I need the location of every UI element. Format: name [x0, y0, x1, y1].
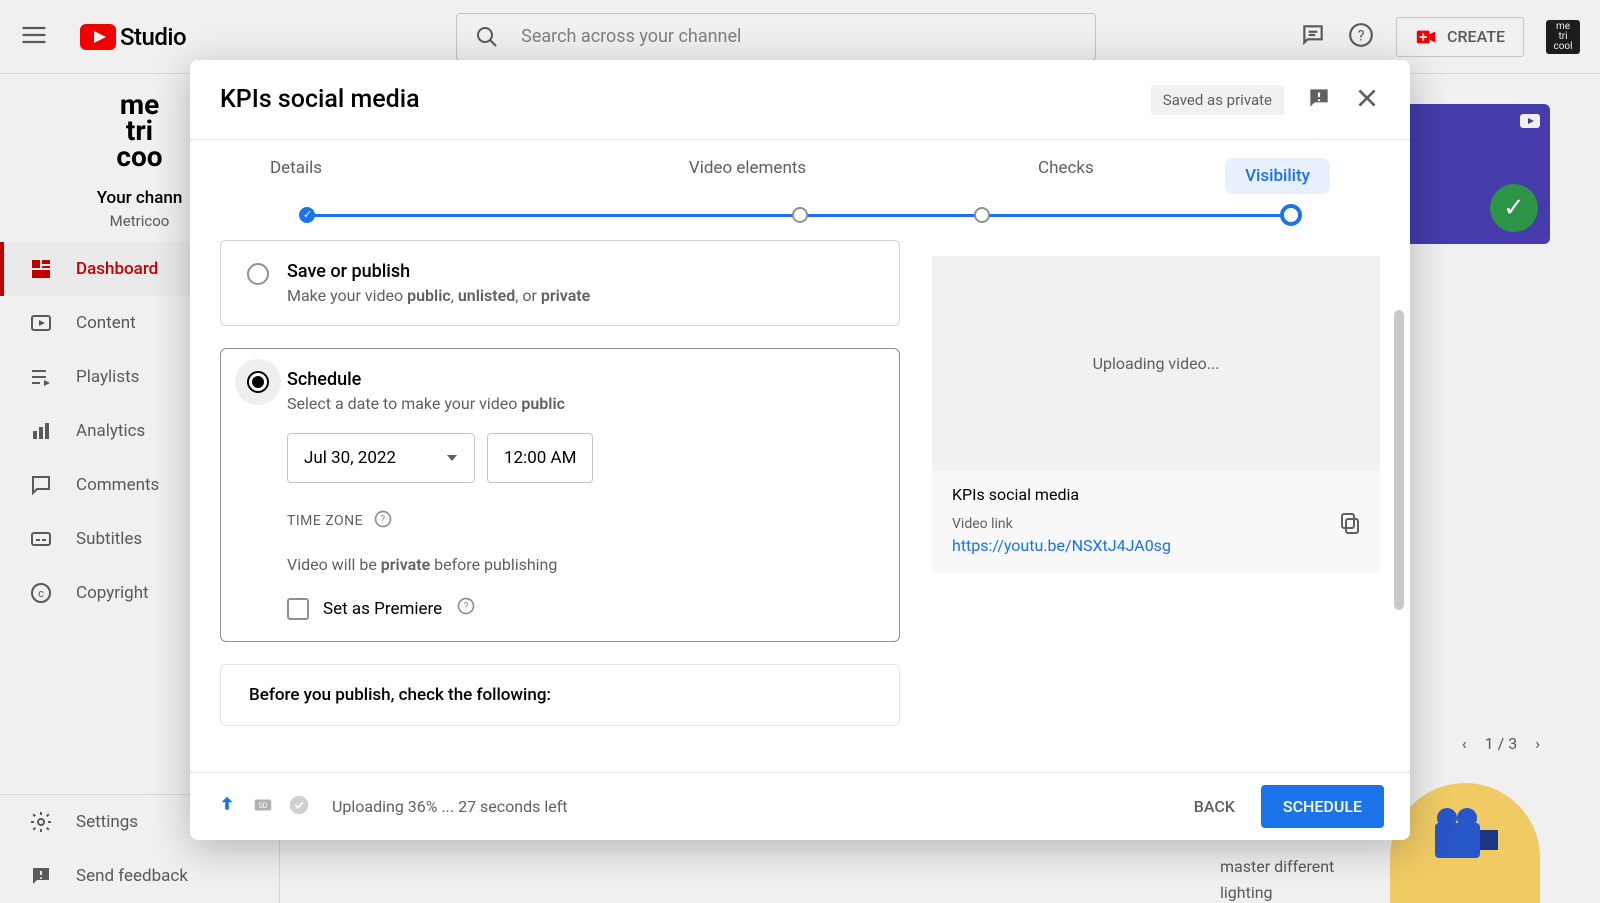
save-publish-title: Save or publish — [287, 261, 590, 282]
sd-icon: SD — [252, 794, 274, 820]
schedule-note: Video will be private before publishing — [287, 555, 873, 574]
chevron-down-icon — [446, 452, 458, 464]
time-input[interactable]: 12:00 AM — [487, 433, 593, 483]
date-value: Jul 30, 2022 — [304, 448, 396, 468]
radio-save-publish[interactable] — [247, 263, 269, 285]
svg-text:?: ? — [381, 514, 386, 525]
option-save-publish[interactable]: Save or publish Make your video public, … — [220, 240, 900, 326]
step-dot-checks[interactable] — [974, 207, 990, 223]
scrollbar[interactable] — [1394, 310, 1404, 610]
timezone-label: TIME ZONE — [287, 513, 363, 529]
saved-chip: Saved as private — [1151, 85, 1284, 115]
tab-visibility[interactable]: Visibility — [1225, 158, 1330, 194]
close-icon[interactable] — [1354, 85, 1380, 115]
step-dot-details[interactable] — [299, 207, 315, 223]
before-publish-block: Before you publish, check the following: — [220, 664, 900, 726]
step-dot-elements[interactable] — [792, 207, 808, 223]
check-circle-icon — [288, 794, 310, 820]
radio-schedule[interactable] — [247, 371, 269, 393]
preview-title: KPIs social media — [952, 485, 1360, 504]
schedule-title: Schedule — [287, 369, 565, 390]
video-link[interactable]: https://youtu.be/NSXtJ4JA0sg — [952, 536, 1171, 555]
svg-text:?: ? — [464, 601, 469, 612]
premiere-checkbox[interactable] — [287, 598, 309, 620]
help-icon[interactable]: ? — [456, 596, 476, 621]
feedback-icon[interactable] — [1306, 85, 1332, 115]
tab-checks[interactable]: Checks — [907, 158, 1225, 178]
modal-title: KPIs social media — [220, 85, 420, 114]
premiere-label: Set as Premiere — [323, 599, 442, 619]
step-dot-visibility[interactable] — [1280, 204, 1302, 226]
upload-icon — [216, 794, 238, 820]
schedule-sub: Select a date to make your video public — [287, 394, 565, 413]
upload-modal: KPIs social media Saved as private Detai… — [190, 60, 1410, 840]
back-button[interactable]: BACK — [1176, 787, 1253, 826]
tab-video-elements[interactable]: Video elements — [588, 158, 906, 178]
option-schedule[interactable]: Schedule Select a date to make your vide… — [220, 348, 900, 642]
video-link-label: Video link — [952, 516, 1360, 532]
upload-status: Uploading 36% ... 27 seconds left — [332, 797, 568, 816]
preview-thumb: Uploading video... — [932, 256, 1380, 471]
copy-icon[interactable] — [1338, 511, 1362, 539]
help-icon[interactable]: ? — [373, 509, 393, 533]
svg-text:SD: SD — [258, 800, 267, 809]
date-dropdown[interactable]: Jul 30, 2022 — [287, 433, 475, 483]
schedule-button[interactable]: SCHEDULE — [1261, 785, 1384, 828]
save-publish-sub: Make your video public, unlisted, or pri… — [287, 286, 590, 305]
time-value: 12:00 AM — [504, 448, 576, 468]
preview-panel: Uploading video... KPIs social media Vid… — [932, 256, 1380, 573]
tab-details[interactable]: Details — [270, 158, 588, 178]
before-title: Before you publish, check the following: — [249, 685, 871, 705]
